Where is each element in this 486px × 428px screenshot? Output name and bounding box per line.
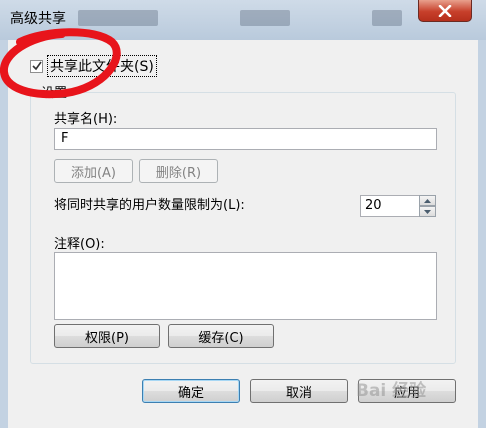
window-frame-left <box>0 40 8 428</box>
background-blur <box>240 10 290 26</box>
background-blur <box>78 10 158 26</box>
share-folder-checkbox-row[interactable]: 共享此文件夹(S) <box>30 55 157 77</box>
spin-down-button[interactable] <box>419 206 436 217</box>
remove-button[interactable]: 删除(R) <box>139 159 218 183</box>
user-limit-label: 将同时共享的用户数量限制为(L): <box>54 198 245 213</box>
window-frame-right <box>478 40 486 428</box>
cancel-button[interactable]: 取消 <box>250 379 348 403</box>
share-folder-checkbox[interactable] <box>30 59 43 73</box>
share-name-label: 共享名(H): <box>54 112 118 127</box>
share-folder-label[interactable]: 共享此文件夹(S) <box>47 55 157 77</box>
share-name-input[interactable]: F <box>54 128 437 150</box>
arrow-up-icon <box>424 198 431 203</box>
close-icon <box>438 4 452 17</box>
apply-button[interactable]: 应用 <box>358 379 456 403</box>
title-bar: 高级共享 <box>0 0 486 40</box>
arrow-down-icon <box>424 209 431 214</box>
window-title: 高级共享 <box>10 11 66 27</box>
checkmark-icon <box>31 61 42 71</box>
caching-button[interactable]: 缓存(C) <box>168 324 274 348</box>
close-button[interactable] <box>418 0 472 22</box>
permissions-button[interactable]: 权限(P) <box>54 324 160 348</box>
user-limit-input[interactable]: 20 <box>360 195 420 217</box>
background-blur <box>372 10 402 26</box>
add-button[interactable]: 添加(A) <box>54 159 133 183</box>
ok-button[interactable]: 确定 <box>142 379 240 403</box>
comment-textarea[interactable] <box>54 252 437 320</box>
dialog-client-area: 共享此文件夹(S) 设置 共享名(H): F 添加(A) 删除(R) 将同时共享… <box>8 40 478 428</box>
user-limit-spinner[interactable]: 20 <box>360 195 436 217</box>
spin-up-button[interactable] <box>419 195 436 206</box>
settings-legend: 设置 <box>38 82 71 101</box>
comment-label: 注释(O): <box>54 237 105 252</box>
